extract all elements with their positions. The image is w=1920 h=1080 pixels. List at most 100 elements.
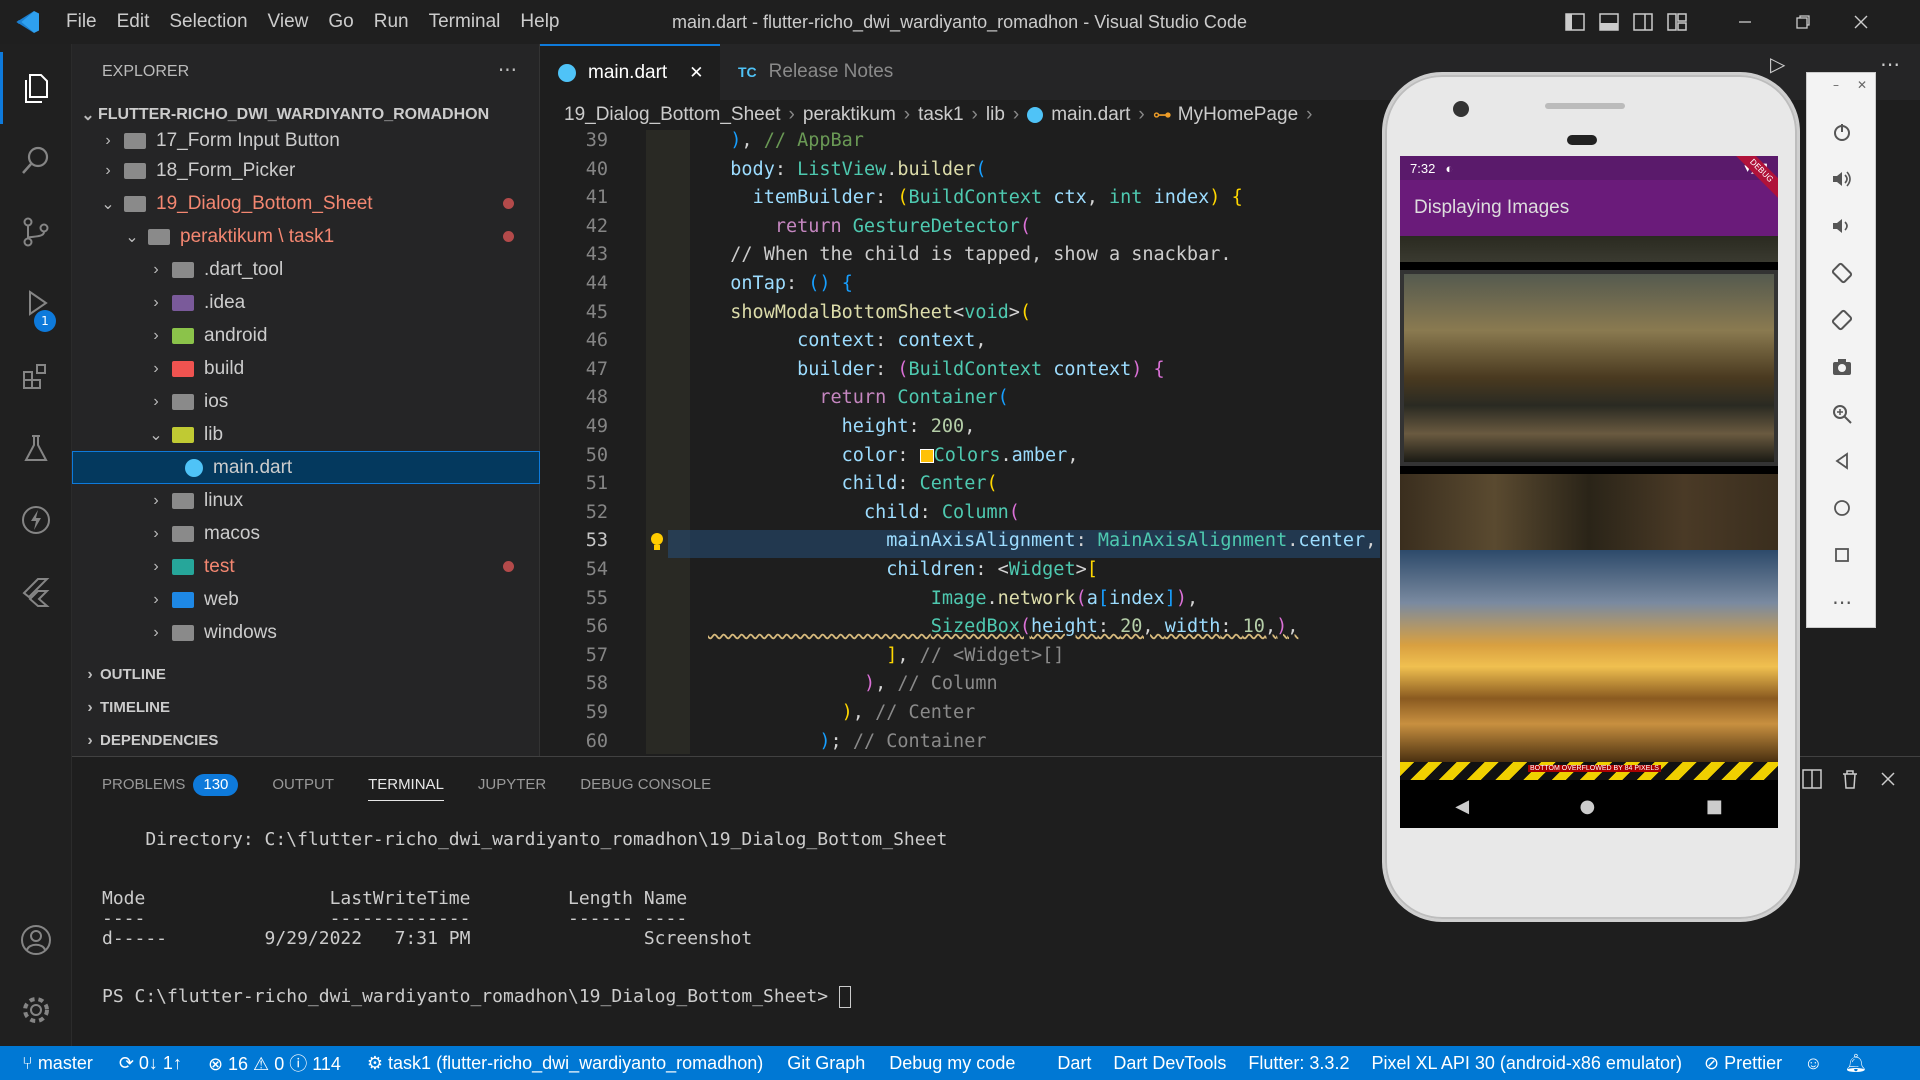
search-icon[interactable] xyxy=(0,124,72,196)
tree-item-idea[interactable]: › .idea xyxy=(72,286,540,319)
tree-item-web[interactable]: › web xyxy=(72,583,540,616)
terminal-prompt-line[interactable]: PS C:\flutter-richo_dwi_wardiyanto_romad… xyxy=(102,986,851,1008)
tab-terminal[interactable]: TERMINAL xyxy=(368,769,444,801)
tree-item-windows[interactable]: › windows xyxy=(72,616,540,649)
emulator-minimize-icon[interactable]: – xyxy=(1833,78,1839,92)
breadcrumb-item[interactable]: main.dart xyxy=(1051,104,1130,126)
status-prettier[interactable]: ⊘ Prettier xyxy=(1704,1053,1782,1074)
volume-up-icon[interactable] xyxy=(1807,164,1877,194)
tree-item-lib[interactable]: ⌄ lib xyxy=(72,418,540,451)
status-git-graph[interactable]: Git Graph xyxy=(787,1053,865,1074)
power-icon[interactable] xyxy=(1807,117,1877,147)
feedback-icon[interactable]: ☺ xyxy=(1804,1053,1822,1074)
menu-run[interactable]: Run xyxy=(364,0,419,44)
section-outline[interactable]: › OUTLINE xyxy=(72,658,540,691)
zoom-icon[interactable] xyxy=(1807,399,1877,429)
tree-item-19-dialog[interactable]: ⌄ 19_Dialog_Bottom_Sheet xyxy=(72,187,540,220)
flutter-icon[interactable] xyxy=(0,556,72,628)
home-circle-icon[interactable] xyxy=(1807,493,1877,523)
code-editor[interactable]: 39 40 41 42 43 44 45 46 47 48 49 50 51 5… xyxy=(540,130,1380,754)
screenshot-camera-icon[interactable] xyxy=(1807,352,1877,382)
tree-item-test[interactable]: › test xyxy=(72,550,540,583)
trash-icon[interactable] xyxy=(1840,769,1860,793)
menu-selection[interactable]: Selection xyxy=(159,0,257,44)
menu-edit[interactable]: Edit xyxy=(107,0,160,44)
run-debug-icon[interactable]: 1 xyxy=(0,268,72,340)
status-debug[interactable]: Debug my code xyxy=(889,1053,1015,1074)
menu-terminal[interactable]: Terminal xyxy=(419,0,511,44)
status-sync[interactable]: ⟳ 0↓ 1↑ xyxy=(119,1053,182,1074)
tree-item-peraktikum[interactable]: ⌄ peraktikum \ task1 xyxy=(72,220,540,253)
tab-problems[interactable]: PROBLEMS 130 xyxy=(102,769,239,801)
image-item[interactable] xyxy=(1400,236,1778,262)
status-devtools[interactable]: Dart DevTools xyxy=(1113,1053,1226,1074)
tree-item-build[interactable]: › build xyxy=(72,352,540,385)
volume-down-icon[interactable] xyxy=(1807,211,1877,241)
tab-output[interactable]: OUTPUT xyxy=(272,769,334,801)
tab-debug-console[interactable]: DEBUG CONSOLE xyxy=(580,769,711,801)
breadcrumb-item[interactable]: task1 xyxy=(918,104,963,126)
section-timeline[interactable]: › TIMELINE xyxy=(72,691,540,724)
menu-help[interactable]: Help xyxy=(510,0,569,44)
breadcrumb-item[interactable]: peraktikum xyxy=(803,104,896,126)
extensions-icon[interactable] xyxy=(0,340,72,412)
source-control-icon[interactable] xyxy=(0,196,72,268)
accounts-icon[interactable] xyxy=(0,904,72,976)
restore-icon[interactable] xyxy=(1774,0,1832,44)
image-item[interactable] xyxy=(1400,550,1778,762)
tree-item-android[interactable]: › android xyxy=(72,319,540,352)
lightbulb-icon[interactable] xyxy=(648,531,666,553)
tree-item-macos[interactable]: › macos xyxy=(72,517,540,550)
editor-more-icon[interactable]: ⋯ xyxy=(1880,52,1900,76)
customize-layout-icon[interactable] xyxy=(1660,0,1694,44)
status-problems[interactable]: ⊗ 16 ⚠ 0 ⓘ 114 xyxy=(208,1050,341,1076)
tree-item-main-dart[interactable]: main.dart xyxy=(72,451,540,484)
tree-item-18-form-picker[interactable]: › 18_Form_Picker xyxy=(72,154,540,187)
rotate-left-icon[interactable] xyxy=(1807,258,1877,288)
menu-go[interactable]: Go xyxy=(318,0,363,44)
nav-recents-icon[interactable]: ■ xyxy=(1706,796,1723,817)
toggle-secondary-sidebar-icon[interactable] xyxy=(1626,0,1660,44)
run-file-icon[interactable]: ▷ xyxy=(1770,52,1785,76)
rotate-right-icon[interactable] xyxy=(1807,305,1877,335)
emulator-screen[interactable]: 7:32◐▾◢▮ Displaying Images DEBUG BOTTOM … xyxy=(1400,156,1778,828)
more-options-icon[interactable]: ⋯ xyxy=(1807,587,1877,617)
tree-item-dart-tool[interactable]: › .dart_tool xyxy=(72,253,540,286)
explorer-more-icon[interactable]: ··· xyxy=(498,58,517,82)
status-flutter-version[interactable]: Flutter: 3.3.2 xyxy=(1248,1053,1349,1074)
emulator-close-icon[interactable]: ✕ xyxy=(1857,78,1867,92)
notifications-bell-icon[interactable]: 🔔︎ xyxy=(1844,1053,1867,1074)
image-item[interactable] xyxy=(1400,474,1778,550)
toggle-sidebar-icon[interactable] xyxy=(1558,0,1592,44)
tree-item-ios[interactable]: › ios xyxy=(72,385,540,418)
menu-file[interactable]: File xyxy=(56,0,107,44)
back-triangle-icon[interactable] xyxy=(1807,446,1877,476)
section-dependencies[interactable]: › DEPENDENCIES xyxy=(72,724,540,757)
flutter-lightning-icon[interactable] xyxy=(0,484,72,556)
breadcrumb-item[interactable]: MyHomePage xyxy=(1178,104,1298,126)
status-task[interactable]: ⚙ task1 (flutter-richo_dwi_wardiyanto_ro… xyxy=(367,1053,763,1074)
overview-square-icon[interactable] xyxy=(1807,540,1877,570)
image-item[interactable] xyxy=(1400,270,1778,466)
close-panel-icon[interactable] xyxy=(1878,769,1898,793)
status-device[interactable]: Pixel XL API 30 (android-x86 emulator) xyxy=(1371,1053,1682,1074)
close-window-icon[interactable] xyxy=(1832,0,1890,44)
testing-icon[interactable] xyxy=(0,412,72,484)
tree-item-17-form[interactable]: › 17_Form Input Button xyxy=(72,124,540,157)
settings-gear-icon[interactable] xyxy=(0,974,72,1046)
toggle-panel-icon[interactable] xyxy=(1592,0,1626,44)
tab-release-notes[interactable]: TC Release Notes xyxy=(720,44,930,100)
split-terminal-icon[interactable] xyxy=(1802,769,1822,793)
breadcrumb-item[interactable]: lib xyxy=(986,104,1005,126)
minimize-icon[interactable] xyxy=(1716,0,1774,44)
explorer-icon[interactable] xyxy=(0,52,72,124)
close-tab-icon[interactable]: ✕ xyxy=(689,63,703,83)
menu-view[interactable]: View xyxy=(258,0,319,44)
breadcrumb-item[interactable]: 19_Dialog_Bottom_Sheet xyxy=(564,104,781,126)
status-branch[interactable]: ⑂ master xyxy=(22,1053,93,1074)
tab-jupyter[interactable]: JUPYTER xyxy=(478,769,546,801)
nav-back-icon[interactable]: ◀ xyxy=(1455,796,1469,817)
tab-main-dart[interactable]: main.dart ✕ xyxy=(540,44,720,100)
tree-item-linux[interactable]: › linux xyxy=(72,484,540,517)
nav-home-icon[interactable]: ● xyxy=(1580,796,1596,817)
